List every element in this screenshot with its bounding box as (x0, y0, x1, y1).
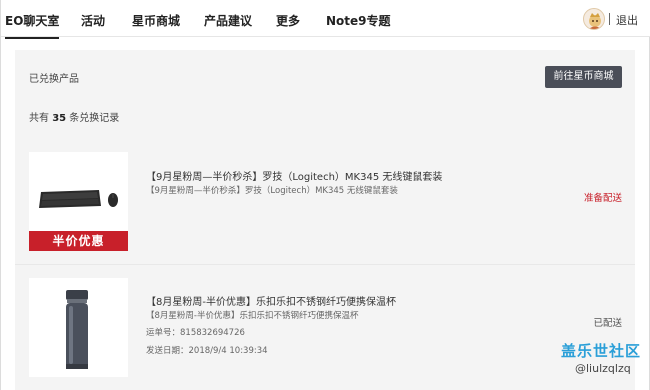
order-subtitle: 【9月星粉周—半价秒杀】罗技（Logitech）MK345 无线键鼠套装 (146, 186, 398, 196)
order-title[interactable]: 【9月星粉周—半价秒杀】罗技（Logitech）MK345 无线键鼠套装 (146, 168, 442, 183)
top-navigation: EO聊天室 活动 星币商城 产品建议 更多 Note9专题 退出 (1, 0, 650, 39)
avatar-image (589, 13, 601, 29)
thermos-image (29, 278, 128, 377)
page-frame: EO聊天室 活动 星币商城 产品建议 更多 Note9专题 退出 已兑换产品 前… (0, 0, 650, 390)
nav-separator (609, 13, 610, 25)
product-thumbnail[interactable] (29, 278, 128, 377)
tab-more[interactable]: 更多 (276, 12, 300, 29)
tab-note9-topic[interactable]: Note9专题 (326, 12, 391, 29)
redeemed-products-label: 已兑换产品 (29, 74, 79, 85)
count-value: 35 (52, 113, 67, 124)
order-subtitle: 【8月星粉周-半价优惠】乐扣乐扣不锈钢纤巧便携保温杯 (146, 311, 359, 321)
tab-eo-chatroom[interactable]: EO聊天室 (5, 12, 60, 39)
count-suffix: 条兑换记录 (69, 113, 120, 124)
tracking-number: 运单号：815832694726 (146, 328, 245, 338)
order-divider (15, 264, 635, 265)
tab-star-coin-store[interactable]: 星币商城 (132, 12, 180, 29)
count-prefix: 共有 (29, 113, 49, 124)
user-avatar[interactable] (583, 8, 605, 30)
order-title[interactable]: 【8月星粉周-半价优惠】乐扣乐扣不锈钢纤巧便携保温杯 (146, 293, 396, 308)
order-status: 已配送 (593, 318, 622, 329)
redemption-count: 共有 35 条兑换记录 (29, 109, 119, 124)
ship-date: 发送日期：2018/9/4 10:39:34 (146, 346, 268, 356)
tab-product-suggestions[interactable]: 产品建议 (204, 12, 252, 29)
watermark-logo: 盖乐世社区 (561, 342, 642, 360)
go-to-store-button[interactable]: 前往星币商城 (545, 66, 622, 88)
redeemed-products-panel: 已兑换产品 前往星币商城 共有 35 条兑换记录 半价优惠 【9月星粉周—半价秒… (15, 50, 635, 390)
product-thumbnail[interactable]: 半价优惠 (29, 152, 128, 251)
logout-link[interactable]: 退出 (616, 12, 638, 28)
order-status: 准备配送 (583, 193, 622, 204)
keyboard-mouse-image (29, 152, 128, 231)
watermark-handle: @liulzqlzq (575, 362, 631, 375)
half-price-banner: 半价优惠 (29, 231, 128, 251)
tab-activities[interactable]: 活动 (81, 12, 105, 29)
